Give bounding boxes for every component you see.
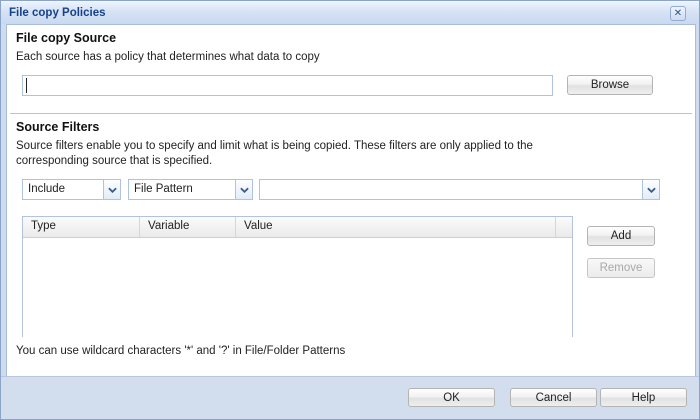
wildcard-hint-text: You can use wildcard characters '*' and … [16, 345, 345, 357]
file-copy-policies-dialog: File copy Policies ✕ File copy Source Ea… [0, 0, 700, 420]
filters-section-description: Source filters enable you to specify and… [16, 139, 598, 169]
chevron-down-icon [103, 180, 120, 199]
chevron-down-icon [235, 180, 252, 199]
ok-button[interactable]: OK [408, 388, 495, 407]
dialog-title: File copy Policies [9, 7, 106, 19]
column-header-type[interactable]: Type [23, 217, 140, 237]
remove-button[interactable]: Remove [587, 258, 655, 278]
source-section-heading: File copy Source [16, 31, 116, 45]
cancel-button[interactable]: Cancel [510, 388, 597, 407]
section-divider [10, 113, 692, 115]
column-header-value[interactable]: Value [236, 217, 556, 237]
dialog-content-panel: File copy Source Each source has a polic… [6, 24, 696, 378]
browse-button[interactable]: Browse [567, 75, 653, 95]
add-button[interactable]: Add [587, 226, 655, 246]
filters-table-header: Type Variable Value [23, 217, 572, 238]
filter-value-combo[interactable] [259, 179, 660, 200]
column-header-variable[interactable]: Variable [140, 217, 236, 237]
text-caret [26, 78, 27, 93]
dialog-footer: OK Cancel Help [1, 376, 699, 419]
help-button[interactable]: Help [600, 388, 687, 407]
source-section-description: Each source has a policy that determines… [16, 51, 320, 63]
filters-table-body [23, 238, 572, 337]
close-icon[interactable]: ✕ [670, 6, 686, 21]
filters-table: Type Variable Value [22, 216, 573, 337]
filter-variable-select[interactable]: File Pattern [128, 179, 253, 200]
filter-variable-select-value: File Pattern [134, 183, 232, 195]
column-header-spacer [556, 217, 572, 237]
filters-section-heading: Source Filters [16, 120, 99, 134]
source-path-input[interactable] [22, 75, 553, 96]
chevron-down-icon [642, 180, 659, 199]
dialog-titlebar[interactable]: File copy Policies ✕ [1, 1, 699, 24]
filter-type-select[interactable]: Include [22, 179, 121, 200]
filter-type-select-value: Include [28, 183, 100, 195]
